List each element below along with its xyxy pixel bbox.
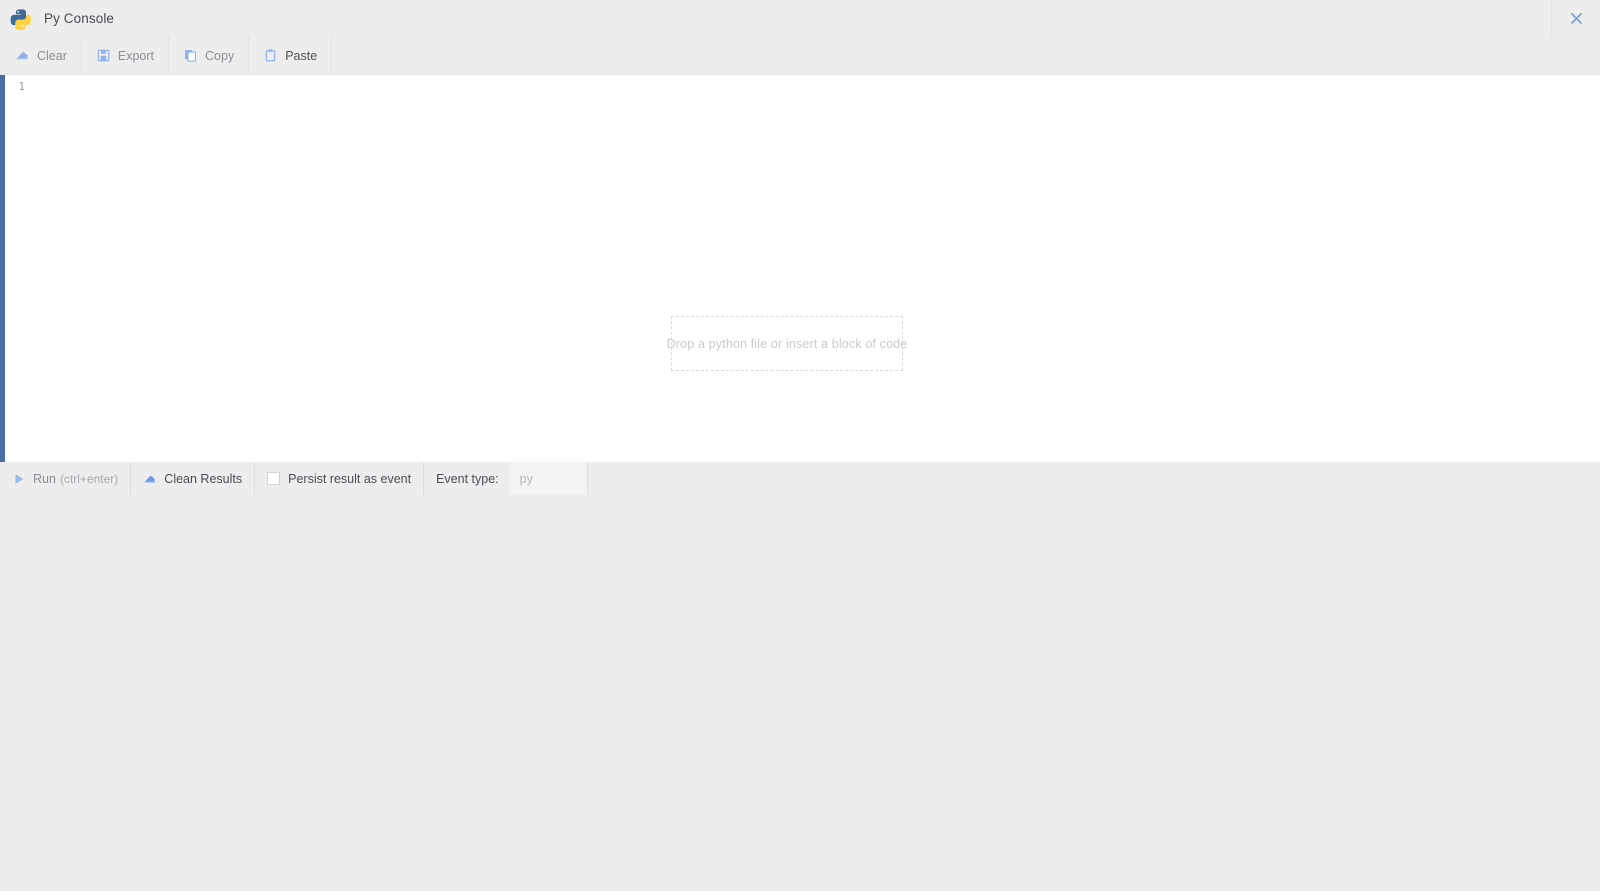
event-type-group: Event type: xyxy=(424,462,587,495)
bottom-toolbar-empty-area xyxy=(586,462,1600,495)
results-pane xyxy=(0,495,1600,891)
paste-button[interactable]: Paste xyxy=(249,37,333,74)
file-dropzone[interactable]: Drop a python file or insert a block of … xyxy=(667,316,907,371)
run-button[interactable]: Run (ctrl+enter) xyxy=(0,462,132,495)
paste-button-label: Paste xyxy=(285,48,318,63)
code-editor[interactable]: 1 Drop a python file or insert a block o… xyxy=(0,75,1600,462)
copy-button[interactable]: Copy xyxy=(169,37,250,74)
page-title: Py Console xyxy=(44,11,115,26)
play-icon xyxy=(15,473,24,484)
clipboard-icon xyxy=(265,49,276,62)
dropzone-label: Drop a python file or insert a block of … xyxy=(666,336,908,351)
window-header: Py Console xyxy=(0,0,1600,37)
close-icon xyxy=(1570,13,1582,24)
export-button[interactable]: Export xyxy=(82,37,170,74)
eraser-icon xyxy=(16,52,29,60)
clear-button[interactable]: Clear xyxy=(0,37,82,74)
bottom-toolbar: Run (ctrl+enter) Clean Results Persist r… xyxy=(0,462,1600,495)
editor-gutter: 1 xyxy=(5,75,30,462)
persist-result-label: Persist result as event xyxy=(288,471,412,486)
clean-results-button[interactable]: Clean Results xyxy=(131,462,256,495)
clear-button-label: Clear xyxy=(37,48,67,63)
run-button-label: Run xyxy=(33,471,56,486)
close-button[interactable] xyxy=(1552,0,1600,37)
persist-result-checkbox-group[interactable]: Persist result as event xyxy=(255,462,425,495)
clean-results-button-label: Clean Results xyxy=(164,471,243,486)
line-number: 1 xyxy=(18,80,25,93)
export-button-label: Export xyxy=(117,48,155,63)
eraser-icon xyxy=(144,475,156,483)
event-type-input[interactable] xyxy=(508,462,587,495)
floppy-disk-icon xyxy=(97,49,110,62)
copy-button-label: Copy xyxy=(205,48,235,63)
copy-icon xyxy=(184,49,197,62)
python-logo-icon xyxy=(10,8,31,30)
toolbar-empty-area xyxy=(332,37,1600,74)
top-toolbar: Clear Export Copy Paste xyxy=(0,37,1600,75)
persist-result-checkbox[interactable] xyxy=(267,472,281,485)
event-type-label: Event type: xyxy=(436,471,499,486)
run-button-shortcut: (ctrl+enter) xyxy=(59,471,119,486)
